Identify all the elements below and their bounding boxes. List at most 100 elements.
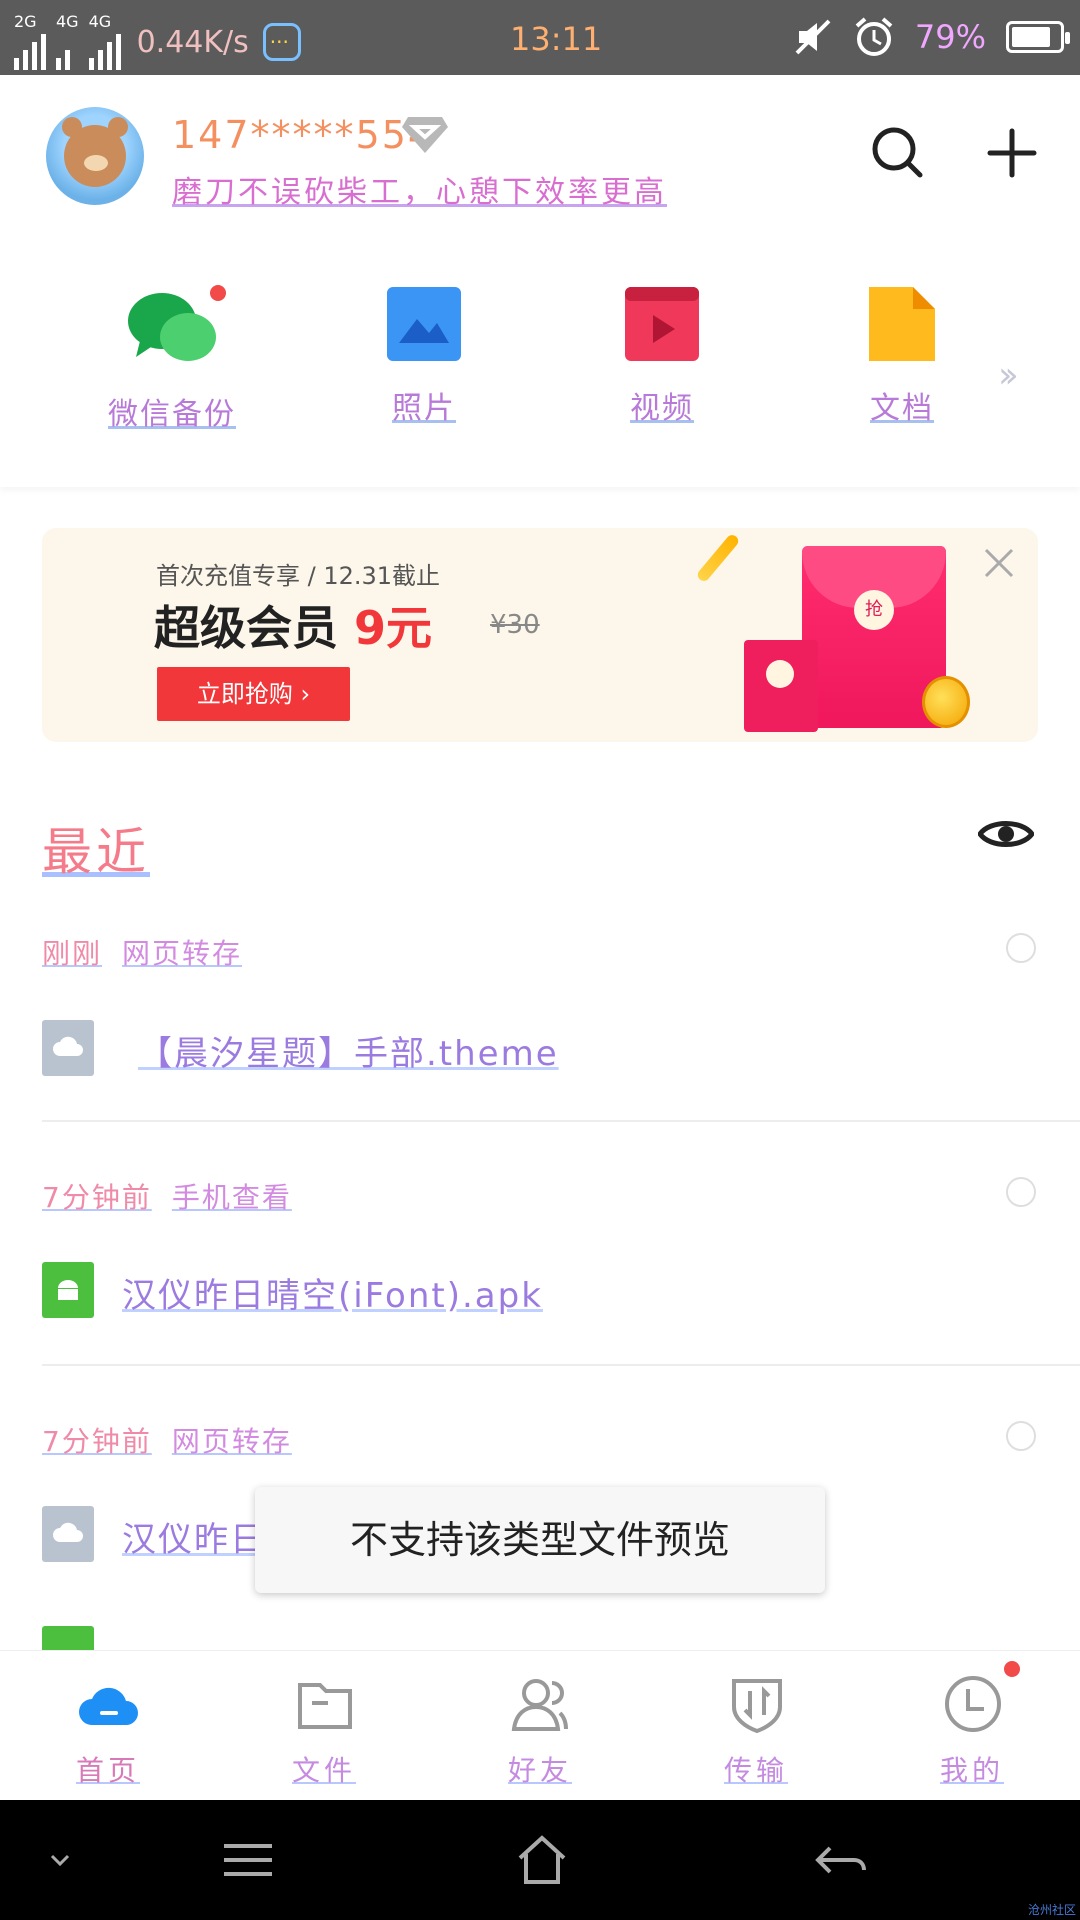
eye-icon[interactable] bbox=[978, 814, 1034, 854]
battery-icon bbox=[1006, 21, 1070, 53]
sparkle-decoration bbox=[695, 532, 741, 584]
menu-icon[interactable] bbox=[220, 1834, 276, 1886]
select-radio[interactable] bbox=[1006, 1177, 1036, 1207]
cloud-icon bbox=[53, 1522, 83, 1542]
signal-group-3: 4G bbox=[88, 12, 121, 70]
status-left: 2G 4G 4G 0.44K/s bbox=[14, 14, 301, 70]
bottom-tab-bar: 首页 文件 好友 传输 我的 bbox=[0, 1650, 1080, 1800]
tab-home[interactable]: 首页 bbox=[0, 1651, 216, 1801]
folder-icon bbox=[298, 1683, 352, 1729]
file-row-partial[interactable] bbox=[42, 1626, 1042, 1650]
wechat-badge-dot bbox=[210, 285, 226, 301]
file-row[interactable]: 汉仪昨日晴空(iFont).apk bbox=[42, 1262, 1042, 1318]
recent-group-time: 刚刚 bbox=[42, 937, 103, 970]
android-file-icon bbox=[42, 1262, 94, 1318]
username[interactable]: 147*****554 bbox=[172, 113, 434, 157]
message-notification-icon bbox=[262, 23, 301, 61]
signal-bars-1-icon bbox=[14, 30, 46, 70]
recent-group-header: 刚刚 网页转存 bbox=[42, 932, 242, 972]
friends-icon bbox=[511, 1679, 568, 1731]
recent-group-header: 7分钟前 手机查看 bbox=[42, 1176, 292, 1216]
net-label-3: 4G bbox=[88, 12, 112, 31]
quick-videos[interactable]: 视频 bbox=[562, 287, 762, 427]
recent-group-source: 网页转存 bbox=[122, 937, 243, 970]
quick-action-label: 照片 bbox=[392, 391, 456, 426]
tab-label: 好友 bbox=[507, 1754, 572, 1787]
alarm-icon bbox=[855, 17, 893, 56]
network-speed: 0.44K/s bbox=[136, 24, 249, 60]
photo-icon bbox=[387, 287, 461, 361]
android-icon bbox=[58, 1280, 78, 1300]
more-categories-icon[interactable]: ›› bbox=[998, 355, 1019, 396]
quick-wechat-backup[interactable]: 微信备份 bbox=[72, 285, 272, 433]
cloud-home-icon bbox=[79, 1687, 138, 1725]
bear-muzzle bbox=[84, 155, 108, 171]
banner-title: 超级会员 9元 bbox=[154, 592, 432, 658]
net-label-2: 4G bbox=[56, 12, 79, 31]
watermark: 沧州社区 bbox=[1027, 1903, 1076, 1917]
video-icon bbox=[625, 287, 699, 361]
system-nav-bar: 沧州社区 bbox=[0, 1800, 1080, 1920]
profile-motto: 磨刀不误砍柴工，心憩下效率更高 bbox=[172, 175, 667, 210]
recent-group-time: 7分钟前 bbox=[42, 1181, 152, 1214]
divider bbox=[42, 1364, 1080, 1366]
banner-old-price: ¥30 bbox=[490, 610, 540, 640]
cloud-file-icon bbox=[42, 1020, 94, 1076]
quick-action-label: 微信备份 bbox=[108, 397, 236, 432]
mute-icon bbox=[795, 19, 831, 55]
back-icon[interactable] bbox=[812, 1834, 868, 1886]
signal-group-2: 4G bbox=[56, 14, 79, 70]
battery-percent: 79% bbox=[914, 18, 986, 56]
recent-group-source: 网页转存 bbox=[171, 1425, 292, 1458]
recent-title: 最近 bbox=[42, 823, 150, 881]
tab-friends[interactable]: 好友 bbox=[432, 1651, 648, 1801]
me-badge-dot bbox=[1004, 1661, 1020, 1677]
envelope-seal: 抢 bbox=[854, 590, 894, 630]
search-icon[interactable] bbox=[868, 123, 928, 183]
promo-banner[interactable]: 首次充值专享 / 12.31截止 超级会员 9元 ¥30 立即抢购 › 抢 bbox=[42, 528, 1038, 742]
file-name: 【晨汐星题】手部.theme bbox=[138, 1034, 559, 1074]
battery-level-fill bbox=[1012, 27, 1050, 47]
tab-label: 文件 bbox=[291, 1754, 356, 1787]
net-label-1: 2G bbox=[14, 12, 37, 31]
quick-photos[interactable]: 照片 bbox=[324, 287, 524, 427]
select-radio[interactable] bbox=[1006, 933, 1036, 963]
clock: 13:11 bbox=[510, 20, 603, 58]
close-banner-icon[interactable] bbox=[982, 546, 1016, 580]
quick-action-label: 视频 bbox=[630, 391, 694, 426]
add-icon[interactable] bbox=[982, 123, 1042, 183]
quick-documents[interactable]: 文档 bbox=[802, 287, 1002, 427]
tab-label: 我的 bbox=[939, 1754, 1004, 1787]
cloud-file-icon bbox=[42, 1506, 94, 1562]
banner-subtitle: 首次充值专享 / 12.31截止 bbox=[156, 562, 441, 590]
recent-group-header: 7分钟前 网页转存 bbox=[42, 1420, 292, 1460]
status-right: 79% bbox=[793, 16, 1070, 58]
tab-files[interactable]: 文件 bbox=[216, 1651, 432, 1801]
divider bbox=[42, 1120, 1080, 1122]
profile-header: 147*****554 磨刀不误砍柴工，心憩下效率更高 微信备份 照片 视频 文… bbox=[0, 75, 1080, 487]
tab-label: 首页 bbox=[75, 1754, 140, 1787]
recent-group-time: 7分钟前 bbox=[42, 1425, 152, 1458]
tab-me[interactable]: 我的 bbox=[864, 1651, 1080, 1801]
buy-now-button[interactable]: 立即抢购 › bbox=[157, 667, 350, 721]
banner-price: 9元 bbox=[354, 601, 433, 655]
status-bar: 2G 4G 4G 0.44K/s 13:11 79% bbox=[0, 0, 1080, 75]
file-name: 汉仪昨日晴空(iFont).apk bbox=[122, 1276, 543, 1316]
avatar[interactable] bbox=[46, 107, 144, 205]
banner-title-text: 超级会员 bbox=[154, 601, 338, 655]
file-row[interactable]: 【晨汐星题】手部.theme bbox=[42, 1020, 1042, 1076]
tab-transfer[interactable]: 传输 bbox=[648, 1651, 864, 1801]
home-icon[interactable] bbox=[514, 1834, 570, 1886]
chevron-down-icon[interactable] bbox=[40, 1834, 80, 1886]
vip-diamond-icon[interactable] bbox=[402, 113, 448, 153]
android-file-icon bbox=[42, 1626, 94, 1650]
red-envelope-small-image bbox=[744, 640, 818, 732]
select-radio[interactable] bbox=[1006, 1421, 1036, 1451]
tab-label: 传输 bbox=[723, 1754, 788, 1787]
toast-message: 不支持该类型文件预览 bbox=[255, 1487, 825, 1593]
signal-group-1: 2G bbox=[14, 14, 46, 70]
quick-action-label: 文档 bbox=[870, 391, 934, 426]
gold-coin-image bbox=[922, 676, 970, 728]
signal-bars-3-icon bbox=[88, 30, 121, 70]
envelope-small-seal bbox=[766, 660, 794, 688]
